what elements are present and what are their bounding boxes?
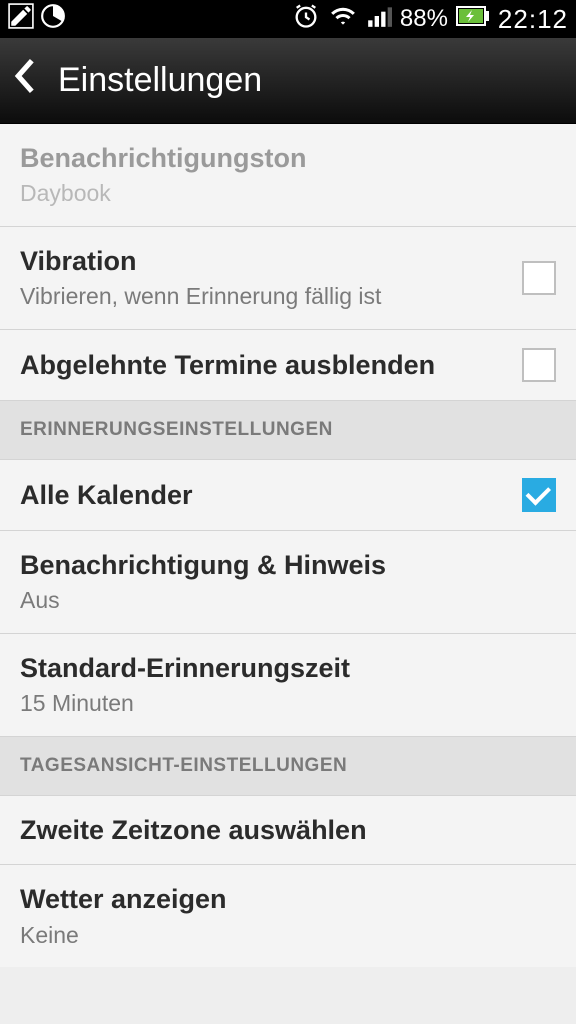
all-calendars-checkbox[interactable]	[522, 478, 556, 512]
page-title: Einstellungen	[58, 61, 262, 100]
section-reminder-settings: ERINNERUNGSEINSTELLUNGEN	[0, 401, 576, 460]
settings-list: Benachrichtigungston Daybook Vibration V…	[0, 124, 576, 967]
setting-subtitle: Aus	[20, 587, 556, 615]
setting-title: Vibration	[20, 245, 522, 277]
section-dayview-settings: TAGESANSICHT-EINSTELLUNGEN	[0, 737, 576, 796]
app-header: Einstellungen	[0, 38, 576, 124]
setting-notification-hint[interactable]: Benachrichtigung & Hinweis Aus	[0, 531, 576, 634]
setting-notification-sound[interactable]: Benachrichtigungston Daybook	[0, 124, 576, 227]
setting-second-timezone[interactable]: Zweite Zeitzone auswählen	[0, 796, 576, 865]
setting-subtitle: Vibrieren, wenn Erinnerung fällig ist	[20, 283, 522, 311]
setting-title: Benachrichtigungston	[20, 142, 556, 174]
setting-all-calendars[interactable]: Alle Kalender	[0, 460, 576, 531]
hide-declined-checkbox[interactable]	[522, 348, 556, 382]
back-button[interactable]	[14, 59, 36, 102]
pie-icon	[40, 3, 66, 35]
clock-time: 22:12	[498, 4, 568, 35]
setting-hide-declined[interactable]: Abgelehnte Termine ausblenden	[0, 330, 576, 401]
signal-icon	[366, 3, 392, 35]
setting-show-weather[interactable]: Wetter anzeigen Keine	[0, 865, 576, 967]
setting-title: Benachrichtigung & Hinweis	[20, 549, 556, 581]
setting-title: Standard-Erinnerungszeit	[20, 652, 556, 684]
vibration-checkbox[interactable]	[522, 261, 556, 295]
battery-percent: 88%	[400, 5, 448, 33]
setting-vibration[interactable]: Vibration Vibrieren, wenn Erinnerung fäl…	[0, 227, 576, 330]
alarm-icon	[292, 2, 320, 36]
setting-default-reminder-time[interactable]: Standard-Erinnerungszeit 15 Minuten	[0, 634, 576, 737]
status-bar: 88% 22:12	[0, 0, 576, 38]
setting-subtitle: Keine	[20, 922, 556, 950]
setting-subtitle: Daybook	[20, 180, 556, 208]
wifi-icon	[328, 3, 358, 35]
setting-subtitle: 15 Minuten	[20, 690, 556, 718]
edit-icon	[8, 3, 34, 35]
setting-title: Wetter anzeigen	[20, 883, 556, 915]
battery-charging-icon	[456, 6, 490, 32]
setting-title: Abgelehnte Termine ausblenden	[20, 349, 522, 381]
setting-title: Zweite Zeitzone auswählen	[20, 814, 556, 846]
setting-title: Alle Kalender	[20, 479, 522, 511]
